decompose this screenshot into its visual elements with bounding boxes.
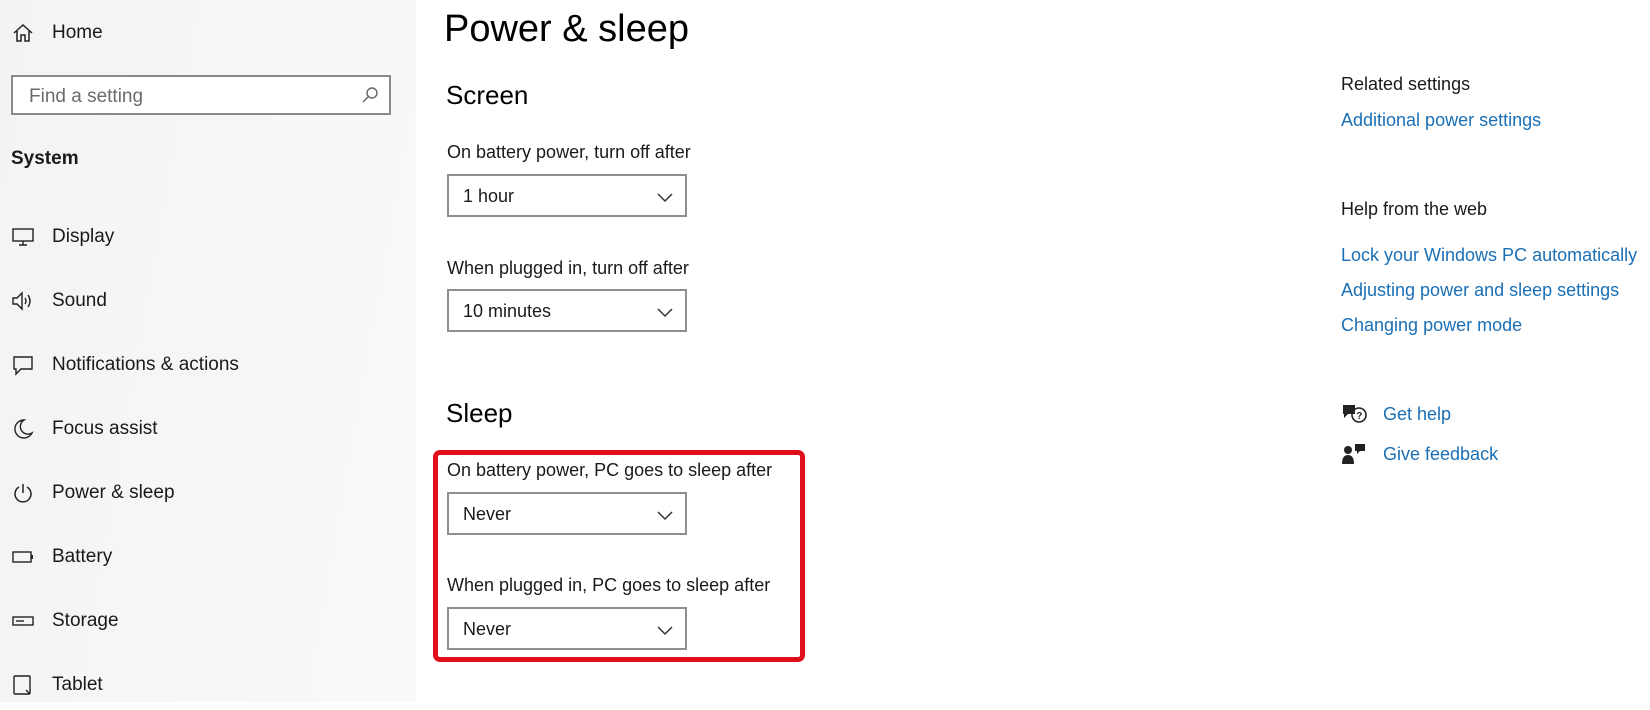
search-icon[interactable] [361,86,379,109]
monitor-icon [11,225,35,249]
dropdown-value: 10 minutes [463,301,552,321]
sidebar-item-display[interactable]: Display [0,212,416,262]
battery-icon [11,545,35,569]
give-feedback-row[interactable]: Give feedback [1341,440,1498,468]
sleep-battery-label: On battery power, PC goes to sleep after [447,460,773,480]
related-settings-heading: Related settings [1341,74,1471,94]
sidebar-item-label: Display [52,226,115,247]
sidebar-item-storage[interactable]: Storage [0,596,416,646]
sidebar-item-tablet[interactable]: Tablet [0,660,416,710]
home-icon [11,21,35,45]
svg-text:?: ? [1356,411,1362,422]
power-icon [11,481,35,505]
tablet-icon [11,673,35,697]
section-heading-screen: Screen [446,80,529,110]
sleep-battery-dropdown[interactable]: Never [447,492,687,535]
dropdown-value: Never [463,619,512,639]
sidebar-item-home[interactable]: Home [0,8,416,58]
sidebar-item-focus-assist[interactable]: Focus assist [0,404,416,454]
give-feedback-link[interactable]: Give feedback [1383,444,1498,465]
speaker-icon [11,289,35,313]
moon-icon [11,417,35,441]
get-help-link[interactable]: Get help [1383,404,1451,425]
chevron-down-icon [657,190,673,208]
get-help-row[interactable]: ? Get help [1341,400,1451,428]
sidebar-item-label: Storage [52,610,119,631]
sleep-plugged-dropdown[interactable]: Never [447,607,687,650]
notification-icon [11,353,35,377]
sidebar-item-label: Tablet [52,674,103,695]
help-link-adjust-power[interactable]: Adjusting power and sleep settings [1341,280,1619,301]
sidebar: Home System Display Sound Notifications … [0,0,416,702]
chevron-down-icon [657,508,673,526]
sidebar-section-label: System [11,148,79,169]
storage-icon [11,609,35,633]
additional-power-settings-link[interactable]: Additional power settings [1341,110,1541,131]
chevron-down-icon [657,305,673,323]
sidebar-item-label: Notifications & actions [52,354,239,375]
help-link-lock-pc[interactable]: Lock your Windows PC automatically [1341,245,1637,266]
screen-plugged-dropdown[interactable]: 10 minutes [447,289,687,332]
screen-battery-dropdown[interactable]: 1 hour [447,174,687,217]
page-title: Power & sleep [444,8,690,50]
dropdown-value: Never [463,504,512,524]
sidebar-item-label: Home [52,22,103,43]
section-heading-sleep: Sleep [446,398,513,428]
chevron-down-icon [657,623,673,641]
screen-plugged-label: When plugged in, turn off after [447,258,689,278]
help-from-web-heading: Help from the web [1341,199,1488,219]
sleep-plugged-label: When plugged in, PC goes to sleep after [447,575,771,595]
sidebar-item-notifications[interactable]: Notifications & actions [0,340,416,390]
screen-battery-label: On battery power, turn off after [447,142,691,162]
sidebar-item-label: Sound [52,290,107,311]
search-box[interactable] [11,75,391,115]
sidebar-item-label: Power & sleep [52,482,175,503]
get-help-icon: ? [1341,401,1369,427]
sidebar-item-label: Battery [52,546,113,567]
sidebar-item-battery[interactable]: Battery [0,532,416,582]
sidebar-item-label: Focus assist [52,418,158,439]
sidebar-item-power-sleep[interactable]: Power & sleep [0,468,416,518]
search-input[interactable] [27,83,351,111]
dropdown-value: 1 hour [463,186,515,206]
sidebar-item-sound[interactable]: Sound [0,276,416,326]
feedback-icon [1341,441,1369,467]
help-link-power-mode[interactable]: Changing power mode [1341,315,1522,336]
